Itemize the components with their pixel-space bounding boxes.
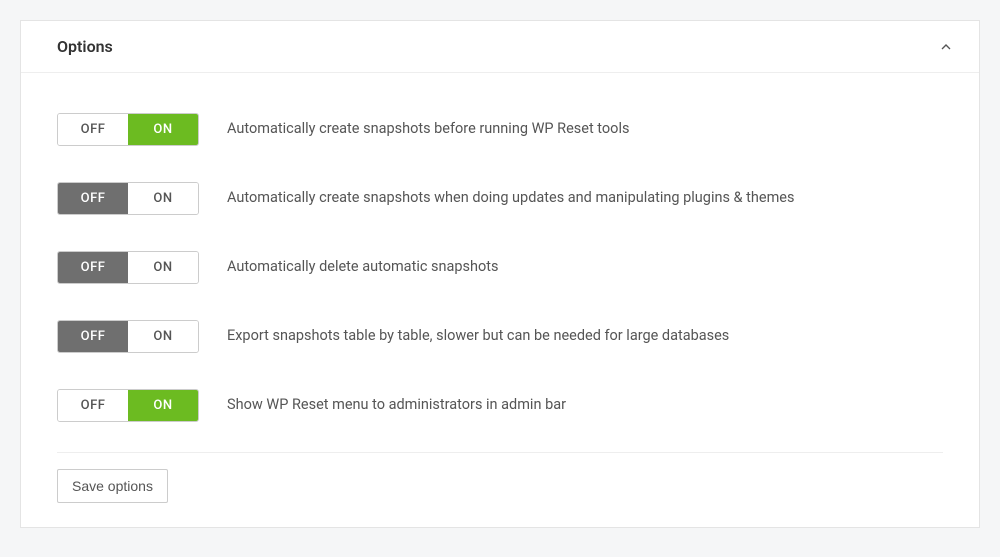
toggle-auto-snapshot-tools[interactable]: OFF ON (57, 113, 199, 146)
option-row: OFF ON Automatically delete automatic sn… (57, 233, 943, 302)
toggle-show-admin-bar-menu[interactable]: OFF ON (57, 389, 199, 422)
toggle-off[interactable]: OFF (58, 114, 128, 145)
divider (57, 452, 943, 453)
toggle-auto-delete-snapshots[interactable]: OFF ON (57, 251, 199, 284)
toggle-export-table-by-table[interactable]: OFF ON (57, 320, 199, 353)
options-panel: Options OFF ON Automatically create snap… (20, 20, 980, 528)
save-options-button[interactable]: Save options (57, 469, 168, 503)
toggle-off[interactable]: OFF (58, 183, 128, 214)
option-label: Show WP Reset menu to administrators in … (227, 395, 566, 415)
toggle-on[interactable]: ON (128, 252, 198, 283)
toggle-off[interactable]: OFF (58, 321, 128, 352)
option-row: OFF ON Export snapshots table by table, … (57, 302, 943, 371)
option-label: Automatically create snapshots when doin… (227, 188, 794, 208)
options-panel-header[interactable]: Options (21, 21, 979, 73)
option-label: Export snapshots table by table, slower … (227, 326, 729, 346)
option-label: Automatically delete automatic snapshots (227, 257, 499, 277)
toggle-auto-snapshot-updates[interactable]: OFF ON (57, 182, 199, 215)
options-panel-body: OFF ON Automatically create snapshots be… (21, 73, 979, 527)
option-row: OFF ON Automatically create snapshots wh… (57, 164, 943, 233)
option-row: OFF ON Show WP Reset menu to administrat… (57, 371, 943, 440)
toggle-off[interactable]: OFF (58, 390, 128, 421)
toggle-on[interactable]: ON (128, 183, 198, 214)
toggle-on[interactable]: ON (128, 321, 198, 352)
option-label: Automatically create snapshots before ru… (227, 119, 629, 139)
toggle-on[interactable]: ON (128, 390, 198, 421)
chevron-up-icon (937, 38, 955, 56)
panel-title: Options (57, 37, 113, 56)
toggle-off[interactable]: OFF (58, 252, 128, 283)
option-row: OFF ON Automatically create snapshots be… (57, 95, 943, 164)
toggle-on[interactable]: ON (128, 114, 198, 145)
